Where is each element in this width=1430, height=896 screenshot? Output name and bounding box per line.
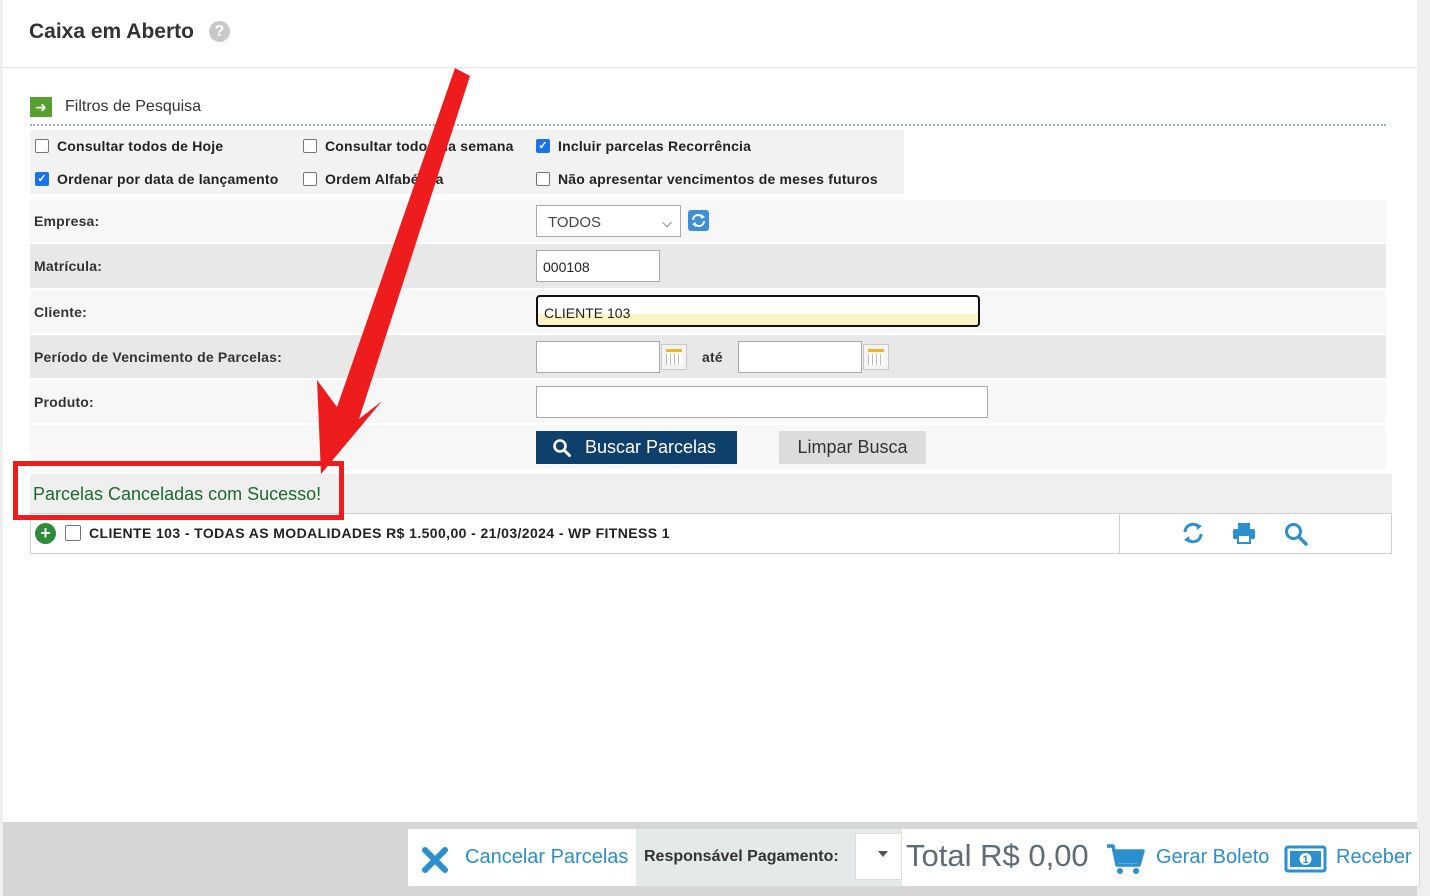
responsavel-select[interactable] [855, 833, 902, 880]
refresh-icon[interactable] [1181, 521, 1205, 545]
empresa-label: Empresa: [34, 213, 100, 229]
limpar-busca-button[interactable]: Limpar Busca [779, 431, 926, 464]
periodo-ate-label: até [702, 349, 723, 365]
periodo-end-input[interactable] [738, 341, 862, 373]
money-bill-icon[interactable]: 1 [1284, 845, 1327, 873]
cancelar-parcelas-link[interactable]: Cancelar Parcelas [465, 846, 628, 869]
responsavel-select-value [856, 834, 857, 835]
print-icon[interactable] [1232, 522, 1256, 544]
annotation-highlight-box [13, 461, 344, 520]
search-icon [553, 439, 571, 457]
list-divider [1119, 514, 1120, 553]
cliente-label: Cliente: [34, 304, 87, 320]
caret-down-icon [878, 851, 888, 857]
calendar-icon[interactable] [863, 344, 889, 370]
periodo-label: Período de Vencimento de Parcelas: [34, 349, 282, 365]
filters-title[interactable]: Filtros de Pesquisa [65, 98, 201, 116]
page-title: Caixa em Aberto [29, 20, 194, 43]
cliente-input[interactable]: CLIENTE 103 [536, 295, 980, 327]
form-row-matricula [30, 244, 1386, 288]
left-edge [0, 0, 3, 896]
periodo-start-input[interactable] [536, 341, 660, 373]
option-label-semana: Consultar todos da semana [325, 138, 514, 154]
option-label-ordenar-lancamento: Ordenar por data de lançamento [57, 171, 279, 187]
refresh-empresa-icon[interactable] [687, 209, 710, 232]
buscar-parcelas-label: Buscar Parcelas [585, 437, 717, 457]
checkbox-meses-futuros[interactable] [536, 172, 550, 186]
produto-label: Produto: [34, 394, 94, 410]
option-label-meses-futuros: Não apresentar vencimentos de meses futu… [558, 171, 878, 187]
option-label-recorrencia: Incluir parcelas Recorrência [558, 138, 752, 154]
checkbox-ordem-alfabetica[interactable] [303, 172, 317, 186]
matricula-label: Matrícula: [34, 258, 103, 274]
option-label-ordem-alfabetica: Ordem Alfabética [325, 171, 444, 187]
checkbox-ordenar-lancamento[interactable]: ✓ [35, 172, 49, 186]
option-label-hoje: Consultar todos de Hoje [57, 138, 224, 154]
result-checkbox[interactable] [65, 525, 81, 541]
search-icon[interactable] [1284, 522, 1308, 546]
buscar-parcelas-button[interactable]: Buscar Parcelas [536, 431, 737, 464]
checkbox-recorrencia[interactable]: ✓ [536, 139, 550, 153]
header-divider [3, 67, 1417, 68]
receber-link[interactable]: Receber [1336, 846, 1412, 869]
total-amount: Total R$ 0,00 [906, 838, 1089, 873]
arrow-right-icon[interactable]: ➜ [30, 97, 52, 117]
expand-plus-icon[interactable]: + [35, 523, 56, 544]
help-icon[interactable]: ? [209, 21, 230, 42]
chevron-down-icon: ⌵ [662, 215, 672, 230]
empresa-select-value: TODOS [548, 214, 602, 231]
checkbox-hoje[interactable] [35, 139, 49, 153]
window-scrollbar-gutter [1417, 0, 1430, 896]
responsavel-label: Responsável Pagamento: [644, 848, 839, 865]
cart-icon[interactable] [1106, 843, 1146, 876]
empresa-select[interactable]: TODOS ⌵ [536, 205, 681, 237]
svg-text:1: 1 [1302, 854, 1308, 866]
calendar-icon[interactable] [661, 344, 687, 370]
filters-divider [30, 124, 1386, 126]
matricula-input[interactable]: 000108 [536, 250, 660, 282]
produto-input[interactable] [536, 386, 988, 418]
result-text: CLIENTE 103 - TODAS AS MODALIDADES R$ 1.… [89, 525, 670, 541]
cancel-x-icon[interactable] [421, 846, 449, 874]
gerar-boleto-link[interactable]: Gerar Boleto [1156, 846, 1269, 869]
checkbox-semana[interactable] [303, 139, 317, 153]
